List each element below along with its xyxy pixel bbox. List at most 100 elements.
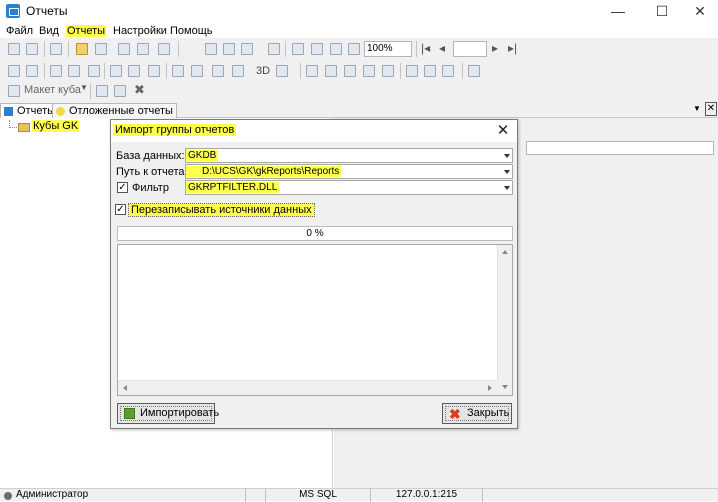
tab-deferred-reports[interactable]: Отложенные отчеты [52, 103, 177, 119]
menu-settings[interactable]: Настройки [112, 25, 168, 37]
view-double-icon[interactable] [311, 43, 323, 55]
chevron-down-icon [504, 170, 510, 174]
overwrite-sources-label[interactable]: Перезаписывать источники данных [128, 203, 315, 217]
reports-path-combo[interactable]: D:\UCS\GK\gkReports\Reports [185, 164, 513, 179]
filter-combo[interactable]: GKRPTFILTER.DLL [185, 180, 513, 195]
save-layout-icon[interactable] [96, 85, 108, 97]
scroll-right-icon[interactable] [488, 385, 492, 391]
format-icon[interactable] [241, 43, 253, 55]
scroll-down-icon[interactable] [502, 385, 508, 389]
scroll-up-icon[interactable] [502, 250, 508, 254]
panel-close-icon[interactable]: ✕ [705, 102, 717, 116]
unlink-icon[interactable] [68, 65, 80, 77]
window-title: Отчеты [26, 4, 68, 18]
eraser-icon[interactable] [344, 65, 356, 77]
zoom-combo[interactable]: 100% [364, 41, 412, 57]
find-icon[interactable] [268, 43, 280, 55]
zoom-out-icon[interactable] [424, 65, 436, 77]
next-page-icon[interactable]: ▸ [492, 41, 498, 55]
document-icon[interactable] [191, 65, 203, 77]
lightbulb-icon [56, 107, 65, 116]
folder-icon [18, 123, 30, 132]
dialog-title: Импорт группы отчетов [113, 124, 237, 136]
comment-icon[interactable] [306, 65, 318, 77]
excel-icon[interactable] [50, 43, 62, 55]
maximize-button[interactable]: ☐ [642, 0, 682, 22]
filter-checkbox[interactable]: ✓ [117, 182, 128, 193]
cut-icon[interactable] [325, 65, 337, 77]
tabs-bar: Отчеты Отложенные отчеты ▼ ✕ [0, 102, 718, 119]
columns-icon[interactable] [363, 65, 375, 77]
reports-path-value: D:\UCS\GK\gkReports\Reports [186, 166, 342, 177]
chart-icon[interactable] [148, 65, 160, 77]
menu-help[interactable]: Помощь [169, 25, 214, 37]
status-db: MS SQL [265, 489, 370, 502]
view-grid-icon[interactable] [330, 43, 342, 55]
3d-icon[interactable]: 3D [256, 65, 270, 77]
chevron-down-icon [504, 186, 510, 190]
reports-tab-icon [4, 107, 13, 116]
scroll-left-icon[interactable] [123, 385, 127, 391]
new-document-icon[interactable] [95, 43, 107, 55]
user-icon [4, 492, 12, 500]
tree-node-cubes-gk[interactable]: Кубы GK [32, 120, 80, 132]
horizontal-scrollbar[interactable] [118, 380, 498, 395]
sum-icon[interactable] [110, 65, 122, 77]
view-list-icon[interactable] [348, 43, 360, 55]
cube-layout-button[interactable]: Макет куба [24, 84, 81, 96]
close-dialog-button[interactable]: ✖ Закрыть [442, 403, 512, 424]
dialog-close-icon[interactable]: ✕ [491, 122, 515, 140]
pivot-icon[interactable] [88, 65, 100, 77]
right-input-field[interactable] [526, 141, 714, 155]
zoom-in-icon[interactable] [406, 65, 418, 77]
link-icon[interactable] [50, 65, 62, 77]
layers-icon[interactable] [26, 65, 38, 77]
panel-dropdown-icon[interactable]: ▼ [693, 104, 701, 113]
copy-icon[interactable] [205, 43, 217, 55]
bar-chart-icon[interactable] [276, 65, 288, 77]
paste-icon[interactable] [223, 43, 235, 55]
import-button[interactable]: Импортировать [117, 403, 219, 424]
menu-file[interactable]: Файл [5, 25, 34, 37]
view-single-icon[interactable] [292, 43, 304, 55]
print-preview-icon[interactable] [232, 65, 244, 77]
status-bar: Администратор MS SQL 127.0.0.1:215 [0, 488, 718, 502]
database-value: GKDB [186, 150, 219, 161]
open-folder-icon[interactable] [76, 43, 88, 55]
database-combo[interactable]: GKDB [185, 148, 513, 163]
menu-reports[interactable]: Отчеты [66, 25, 107, 37]
close-dialog-label: Закрыть [467, 407, 510, 419]
save-icon[interactable] [8, 43, 20, 55]
zoom-value: 100% [367, 43, 393, 54]
toolbar-main: 100% |◂ ◂ ▸ ▸| [0, 38, 718, 60]
table-icon[interactable] [172, 65, 184, 77]
tab-reports-label: Отчеты [17, 105, 56, 117]
page-number-input[interactable] [453, 41, 487, 57]
copy-layout-icon[interactable] [114, 85, 126, 97]
refresh-icon[interactable] [118, 43, 130, 55]
export-icon[interactable] [137, 43, 149, 55]
close-window-button[interactable]: ✕ [680, 0, 718, 22]
remove-layout-icon[interactable]: ✖ [134, 82, 145, 98]
menu-view[interactable]: Вид [38, 25, 60, 37]
filter-value: GKRPTFILTER.DLL [186, 182, 280, 193]
formula-icon[interactable] [128, 65, 140, 77]
print-icon[interactable] [212, 65, 224, 77]
status-server: 127.0.0.1:215 [370, 489, 482, 502]
chevron-down-icon[interactable]: ▼ [80, 83, 88, 92]
cube-layout-icon[interactable] [8, 85, 20, 97]
first-page-icon[interactable]: |◂ [421, 41, 430, 55]
prev-page-icon[interactable]: ◂ [439, 41, 445, 55]
page-icon[interactable] [158, 43, 170, 55]
zoom-fit-icon[interactable] [442, 65, 454, 77]
overwrite-sources-checkbox[interactable]: ✓ [115, 204, 126, 215]
delete-icon[interactable] [26, 43, 38, 55]
log-textarea[interactable] [117, 244, 513, 396]
minimize-button[interactable]: — [598, 0, 638, 22]
tab-reports[interactable]: Отчеты [0, 103, 60, 119]
rows-icon[interactable] [382, 65, 394, 77]
grid-icon[interactable] [8, 65, 20, 77]
vertical-scrollbar[interactable] [497, 245, 512, 395]
last-page-icon[interactable]: ▸| [508, 41, 517, 55]
filter-icon[interactable] [468, 65, 480, 77]
